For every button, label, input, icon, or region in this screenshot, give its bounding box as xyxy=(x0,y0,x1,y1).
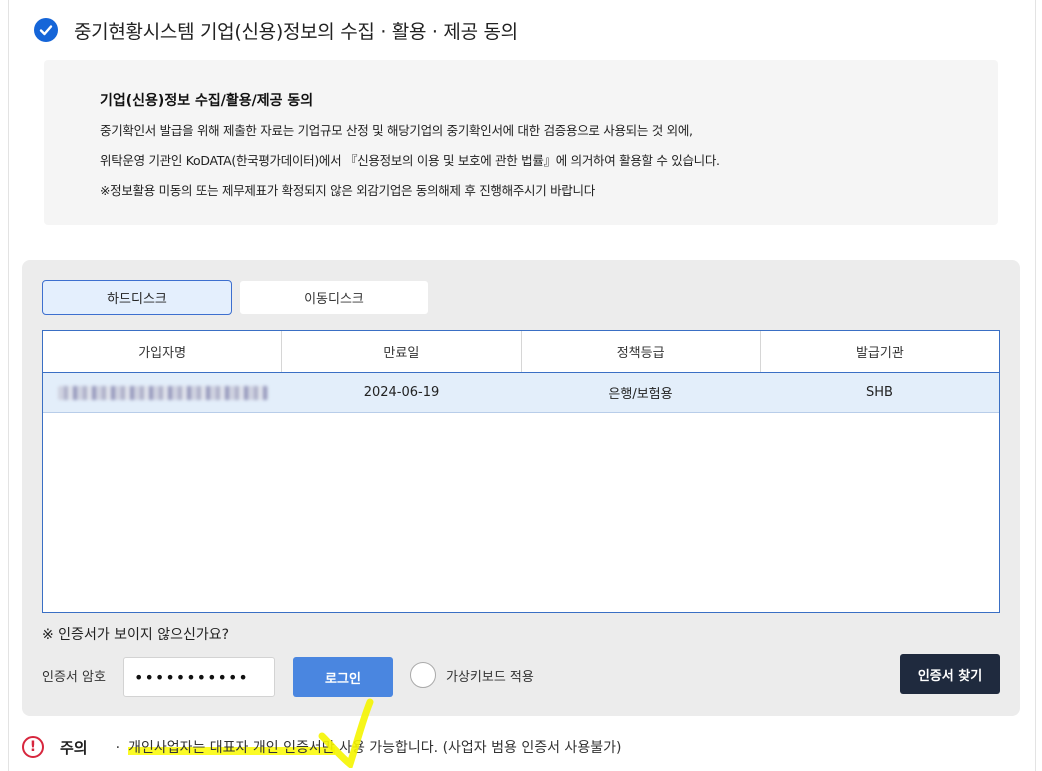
consent-line-3: ※정보활용 미동의 또는 제무제표가 확정되지 않은 외감기업은 동의해제 후 … xyxy=(100,183,595,198)
column-header-expiry: 만료일 xyxy=(282,331,522,372)
consent-title: 중기현황시스템 기업(신용)정보의 수집 · 활용 · 제공 동의 xyxy=(74,20,518,43)
column-header-policy: 정책등급 xyxy=(522,331,761,372)
highlight-scribble-icon xyxy=(318,698,374,768)
table-header: 가입자명 만료일 정책등급 발급기관 xyxy=(43,331,999,373)
redacted-subscriber-name xyxy=(57,385,268,400)
certificate-panel: 하드디스크 이동디스크 가입자명 만료일 정책등급 발급기관 2024-06-1… xyxy=(22,260,1020,716)
warning-icon: ! xyxy=(22,736,44,758)
column-header-subscriber: 가입자명 xyxy=(43,331,283,372)
virtual-keyboard-label: 가상키보드 적용 xyxy=(446,669,534,685)
cert-not-visible-link[interactable]: ※ 인증서가 보이지 않으신가요? xyxy=(42,624,229,644)
check-icon[interactable] xyxy=(34,18,58,42)
tab-hard-disk[interactable]: 하드디스크 xyxy=(42,280,232,315)
cell-policy: 은행/보험용 xyxy=(608,387,673,402)
notice-label: 주의 xyxy=(60,738,88,757)
certificate-table: 가입자명 만료일 정책등급 발급기관 2024-06-19 은행/보험용 SHB xyxy=(42,330,1000,613)
cell-expiry: 2024-06-19 xyxy=(363,385,440,400)
notice-highlight: 개인사업자는 대표자 개인 인증서만 xyxy=(128,740,335,756)
virtual-keyboard-toggle[interactable]: 가상키보드 적용 xyxy=(410,662,534,688)
column-header-issuer: 발급기관 xyxy=(855,346,904,361)
cell-issuer: SHB xyxy=(866,385,893,400)
tab-removable-disk[interactable]: 이동디스크 xyxy=(239,280,429,315)
login-button[interactable]: 로그인 xyxy=(293,657,393,697)
notice-bullet: · xyxy=(115,740,121,756)
radio-circle-icon[interactable] xyxy=(410,662,436,688)
consent-box-heading: 기업(신용)정보 수집/활용/제공 동의 xyxy=(100,93,314,109)
consent-line-1: 중기확인서 발급을 위해 제출한 자료는 기업규모 산정 및 해당기업의 중기확… xyxy=(100,123,693,138)
consent-header: 중기현황시스템 기업(신용)정보의 수집 · 활용 · 제공 동의 xyxy=(34,16,518,44)
consent-description-box: 기업(신용)정보 수집/활용/제공 동의 중기확인서 발급을 위해 제출한 자료… xyxy=(44,60,998,225)
find-certificate-button[interactable]: 인증서 찾기 xyxy=(900,654,1000,694)
table-row[interactable]: 2024-06-19 은행/보험용 SHB xyxy=(43,373,999,413)
cell-subscriber xyxy=(43,373,282,412)
password-label: 인증서 암호 xyxy=(42,670,106,685)
consent-line-2: 위탁운영 기관인 KoDATA(한국평가데이터)에서 『신용정보의 이용 및 보… xyxy=(100,153,720,168)
password-input[interactable] xyxy=(123,657,275,697)
